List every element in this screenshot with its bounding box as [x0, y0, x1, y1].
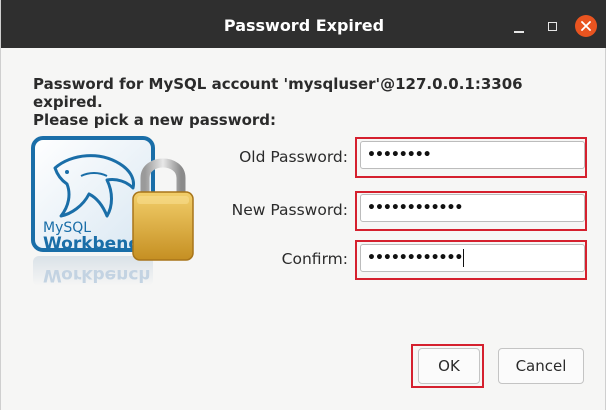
- text-caret: [463, 249, 465, 267]
- maximize-icon[interactable]: [541, 14, 565, 38]
- minimize-icon[interactable]: [507, 14, 531, 38]
- confirm-label: Confirm:: [281, 250, 348, 268]
- cancel-button[interactable]: Cancel: [498, 348, 584, 384]
- close-icon[interactable]: [575, 15, 597, 37]
- logo-reflection: Workbench: [43, 265, 151, 285]
- message-line-2: Please pick a new password:: [33, 111, 277, 129]
- confirm-value: ••••••••••••: [367, 250, 463, 266]
- old-password-label: Old Password:: [239, 148, 348, 166]
- expired-message: Password for MySQL account 'mysqluser'@1…: [33, 75, 593, 129]
- mysql-workbench-logo: MySQL Workbench Workbench: [31, 136, 201, 316]
- ok-button[interactable]: OK: [418, 348, 480, 384]
- old-password-field[interactable]: ••••••••: [360, 141, 585, 169]
- title-bar[interactable]: Password Expired: [1, 0, 606, 48]
- new-password-field[interactable]: ••••••••••••: [360, 194, 585, 222]
- confirm-field[interactable]: ••••••••••••: [360, 244, 585, 272]
- message-line-1: Password for MySQL account 'mysqluser'@1…: [33, 75, 523, 111]
- new-password-label: New Password:: [231, 201, 348, 219]
- password-expired-dialog: Password Expired Password for MySQL acco…: [0, 0, 606, 410]
